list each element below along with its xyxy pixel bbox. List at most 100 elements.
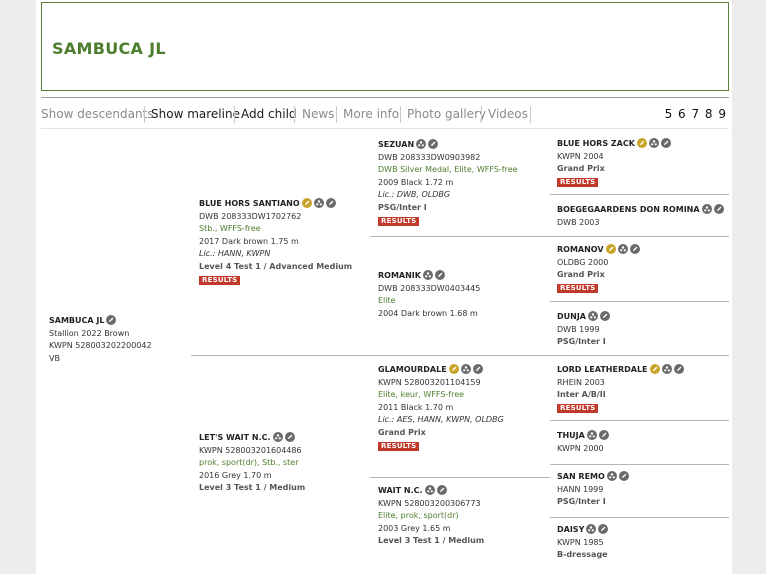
- family-icon[interactable]: [460, 364, 471, 374]
- horse-level: B-dressage: [557, 550, 608, 560]
- divider: [370, 477, 550, 478]
- divider: [550, 517, 729, 518]
- results-button[interactable]: RESULTS: [557, 403, 599, 413]
- family-icon[interactable]: [617, 244, 628, 254]
- family-icon[interactable]: [422, 270, 433, 280]
- pencil-icon[interactable]: [598, 524, 609, 534]
- divider: [370, 355, 550, 356]
- title-box: SAMBUCA JL: [41, 2, 729, 91]
- pencil-icon[interactable]: [428, 139, 439, 149]
- family-icon[interactable]: [606, 471, 617, 481]
- family-icon[interactable]: [586, 430, 597, 440]
- horse-registration: KWPN 528003200306773: [378, 498, 481, 508]
- divider: [370, 236, 550, 237]
- pencil-icon[interactable]: [660, 138, 671, 148]
- nav-separator: [400, 106, 401, 123]
- horse-name[interactable]: WAIT N.C.: [378, 485, 423, 498]
- divider: [550, 236, 729, 237]
- pencil-icon[interactable]: [598, 430, 609, 440]
- nav-show-mareline[interactable]: Show mareline: [151, 107, 240, 122]
- horse-name[interactable]: BLUE HORS ZACK: [557, 138, 635, 151]
- nav-news[interactable]: News: [302, 107, 334, 122]
- results-button[interactable]: RESULTS: [378, 216, 420, 226]
- nav-show-descendants[interactable]: Show descendants: [41, 107, 154, 122]
- horse-name[interactable]: THUJA: [557, 430, 585, 443]
- horse-predicate: VB: [49, 353, 60, 363]
- horse-name[interactable]: SEZUAN: [378, 139, 414, 152]
- pencil-icon[interactable]: [618, 471, 629, 481]
- horse-level: Grand Prix: [557, 270, 605, 280]
- horse-level: Grand Prix: [557, 164, 605, 174]
- nav-add-child[interactable]: Add child: [241, 107, 297, 122]
- horse-name[interactable]: SAN REMO: [557, 471, 605, 484]
- horse-registration: KWPN 528003201604486: [199, 445, 302, 455]
- horse-level: PSG/Inter I: [378, 202, 427, 212]
- nav-photo-gallery[interactable]: Photo gallery: [407, 107, 486, 122]
- nav-more-info[interactable]: More info: [343, 107, 399, 122]
- horse-registration: DWB 208333DW0903982: [378, 152, 481, 162]
- family-icon[interactable]: [648, 138, 659, 148]
- horse-name[interactable]: LET'S WAIT N.C.: [199, 432, 271, 445]
- horse-registration: DWB 1999: [557, 324, 600, 334]
- offspring-icon[interactable]: [636, 138, 647, 148]
- family-icon[interactable]: [586, 524, 597, 534]
- horse-name[interactable]: ROMANIK: [378, 270, 421, 283]
- pencil-icon[interactable]: [673, 364, 684, 374]
- nav-videos[interactable]: Videos: [488, 107, 528, 122]
- pencil-icon[interactable]: [629, 244, 640, 254]
- horse-predicates: DWB Silver Medal, Elite, WFFS-free: [378, 165, 518, 175]
- offspring-icon[interactable]: [649, 364, 660, 374]
- family-icon[interactable]: [588, 311, 598, 321]
- horse-level: PSG/Inter I: [557, 497, 606, 507]
- nav-separator: [144, 106, 145, 123]
- family-icon[interactable]: [272, 432, 283, 442]
- horse-registration: DWB 208333DW1702762: [199, 211, 302, 221]
- generation-selector[interactable]: 5 6 7 8 9: [665, 107, 727, 121]
- horse-name[interactable]: DAISY: [557, 524, 584, 537]
- horse-dam: LET'S WAIT N.C. KWPN 528003201604486 pro…: [199, 432, 305, 495]
- pencil-icon[interactable]: [325, 198, 336, 208]
- horse-dsd: THUJA KWPN 2000: [557, 430, 609, 455]
- pencil-icon[interactable]: [106, 315, 117, 325]
- family-icon[interactable]: [313, 198, 324, 208]
- pencil-icon[interactable]: [284, 432, 295, 442]
- pencil-icon[interactable]: [472, 364, 483, 374]
- family-icon[interactable]: [701, 204, 712, 214]
- pencil-icon[interactable]: [713, 204, 724, 214]
- family-icon[interactable]: [424, 485, 435, 495]
- horse-level: Level 4 Test 1 / Advanced Medium: [199, 261, 353, 271]
- horse-sire: BLUE HORS SANTIANO DWB 208333DW1702762 S…: [199, 198, 352, 286]
- family-icon[interactable]: [416, 139, 427, 149]
- pencil-icon[interactable]: [436, 485, 447, 495]
- horse-main: SAMBUCA JL Stallion 2022 Brown KWPN 5280…: [49, 315, 152, 365]
- horse-predicates: Elite, keur, WFFS-free: [378, 390, 465, 400]
- horse-name[interactable]: BOEGEGAARDENS DON ROMINA: [557, 204, 700, 217]
- horse-sds: ROMANOV OLDBG 2000 Grand Prix RESULTS: [557, 244, 640, 294]
- results-button[interactable]: RESULTS: [557, 283, 599, 293]
- pencil-icon[interactable]: [600, 311, 610, 321]
- horse-name[interactable]: BLUE HORS SANTIANO: [199, 198, 300, 211]
- horse-name[interactable]: ROMANOV: [557, 244, 604, 257]
- nav-separator: [336, 106, 337, 123]
- horse-name[interactable]: SAMBUCA JL: [49, 315, 104, 328]
- horse-name[interactable]: DUNJA: [557, 311, 586, 324]
- horse-sire-sire: SEZUAN DWB 208333DW0903982 DWB Silver Me…: [378, 139, 518, 227]
- divider: [550, 194, 729, 195]
- horse-name[interactable]: GLAMOURDALE: [378, 364, 447, 377]
- horse-ddd: DAISY KWPN 1985 B-dressage: [557, 524, 609, 562]
- divider: [550, 464, 729, 465]
- results-button[interactable]: RESULTS: [199, 275, 241, 285]
- horse-sire-dam: ROMANIK DWB 208333DW0403445 Elite 2004 D…: [378, 270, 480, 320]
- results-button[interactable]: RESULTS: [557, 177, 599, 187]
- offspring-icon[interactable]: [448, 364, 459, 374]
- divider: [550, 355, 729, 356]
- offspring-icon[interactable]: [301, 198, 312, 208]
- results-button[interactable]: RESULTS: [378, 441, 420, 451]
- offspring-icon[interactable]: [605, 244, 616, 254]
- horse-sdd: DUNJA DWB 1999 PSG/Inter I: [557, 311, 610, 349]
- horse-name[interactable]: LORD LEATHERDALE: [557, 364, 648, 377]
- family-icon[interactable]: [661, 364, 672, 374]
- pencil-icon[interactable]: [434, 270, 445, 280]
- horse-level: Level 3 Test 1 / Medium: [199, 483, 306, 493]
- horse-level: PSG/Inter I: [557, 337, 606, 347]
